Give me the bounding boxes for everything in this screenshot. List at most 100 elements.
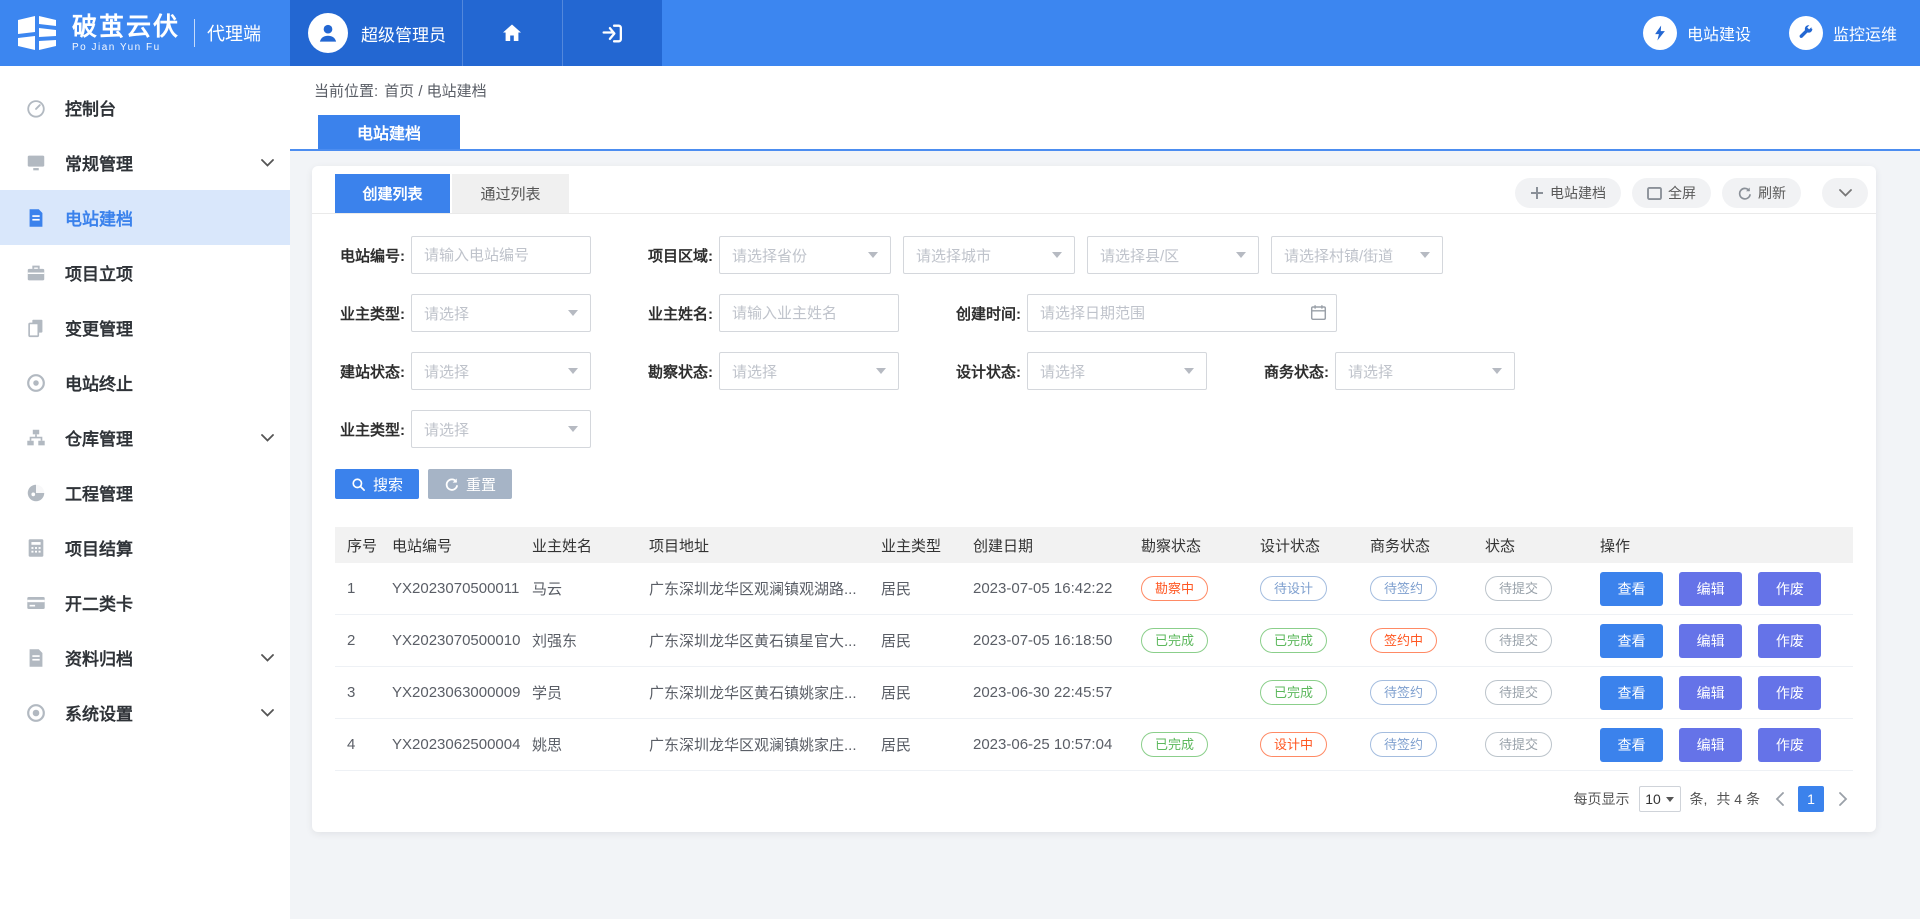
sidebar-item-dashboard[interactable]: 控制台 <box>0 80 290 135</box>
main-content: 当前位置: 首页 / 电站建档 电站建档 创建列表 通过列表 电站建档 <box>290 66 1920 919</box>
table-row: 4 YX2023062500004 姚思 广东深圳龙华区观澜镇姚家庄... 居民… <box>335 719 1853 771</box>
page-tab-station-archive[interactable]: 电站建档 <box>318 115 460 149</box>
table-row: 1 YX2023070500011 马云 广东深圳龙华区观澜镇观湖路... 居民… <box>335 563 1853 615</box>
search-button[interactable]: 搜索 <box>335 469 419 499</box>
status-badge: 勘察中 <box>1141 576 1208 601</box>
nav-station-build[interactable]: 电站建设 <box>1643 16 1751 50</box>
select-caret-icon <box>868 252 878 258</box>
invalidate-button[interactable]: 作废 <box>1758 572 1821 606</box>
add-station-button[interactable]: 电站建档 <box>1515 178 1621 208</box>
city-select[interactable]: 请选择城市 <box>903 236 1075 274</box>
select-caret-icon <box>1666 797 1674 802</box>
invalidate-button[interactable]: 作废 <box>1758 624 1821 658</box>
nav-monitor-ops[interactable]: 监控运维 <box>1789 16 1897 50</box>
field-owner-name: 业主姓名: <box>631 294 899 332</box>
sidebar-item-data-archive[interactable]: 资料归档 <box>0 630 290 685</box>
view-button[interactable]: 查看 <box>1600 676 1663 710</box>
sidebar-item-system-settings[interactable]: 系统设置 <box>0 685 290 740</box>
prev-page-button[interactable] <box>1769 786 1789 812</box>
file-icon <box>24 646 48 670</box>
sidebar-item-project-initiation[interactable]: 项目立项 <box>0 245 290 300</box>
sitemap-icon <box>24 426 48 450</box>
plus-icon <box>1530 186 1544 200</box>
invalidate-button[interactable]: 作废 <box>1758 676 1821 710</box>
sidebar-item-warehouse-mgmt[interactable]: 仓库管理 <box>0 410 290 465</box>
fullscreen-button[interactable]: 全屏 <box>1632 178 1711 208</box>
view-button[interactable]: 查看 <box>1600 624 1663 658</box>
gear-icon <box>24 701 48 725</box>
pie-chart-icon <box>24 481 48 505</box>
breadcrumb: 当前位置: 首页 / 电站建档 <box>290 66 1920 115</box>
sidebar-item-general-mgmt[interactable]: 常规管理 <box>0 135 290 190</box>
briefcase-icon <box>24 261 48 285</box>
view-button[interactable]: 查看 <box>1600 572 1663 606</box>
edit-button[interactable]: 编辑 <box>1679 676 1742 710</box>
filter-row-2: 业主类型: 请选择 业主姓名: 创建时间: <box>312 294 1876 332</box>
chevron-right-icon <box>1839 792 1848 806</box>
invalidate-button[interactable]: 作废 <box>1758 728 1821 762</box>
search-icon <box>351 477 366 492</box>
survey-status-select[interactable]: 请选择 <box>719 352 899 390</box>
stations-table: 序号 电站编号 业主姓名 项目地址 业主类型 创建日期 勘察状态 设计状态 商务… <box>335 527 1853 771</box>
edit-button[interactable]: 编辑 <box>1679 572 1742 606</box>
status-badge: 已完成 <box>1141 628 1208 653</box>
date-range-input[interactable] <box>1027 294 1337 332</box>
avatar[interactable] <box>308 13 348 53</box>
field-build-status: 建站状态: 请选择 <box>323 352 591 390</box>
sidebar-item-open-card[interactable]: 开二类卡 <box>0 575 290 630</box>
next-page-button[interactable] <box>1833 786 1853 812</box>
content-header: 当前位置: 首页 / 电站建档 电站建档 <box>290 66 1920 151</box>
edit-button[interactable]: 编辑 <box>1679 624 1742 658</box>
refresh-icon <box>1737 186 1752 201</box>
logout-button[interactable] <box>562 0 662 66</box>
current-page[interactable]: 1 <box>1798 786 1824 812</box>
select-caret-icon <box>568 310 578 316</box>
sidebar-item-project-settlement[interactable]: 项目结算 <box>0 520 290 575</box>
breadcrumb-prefix: 当前位置: <box>314 80 378 101</box>
table-header: 序号 电站编号 业主姓名 项目地址 业主类型 创建日期 勘察状态 设计状态 商务… <box>335 527 1853 563</box>
field-station-code: 电站编号: <box>323 236 591 274</box>
document-icon <box>24 206 48 230</box>
select-caret-icon <box>568 368 578 374</box>
tab-create-list[interactable]: 创建列表 <box>335 174 450 213</box>
tab-passed-list[interactable]: 通过列表 <box>452 174 569 213</box>
brand-block: 破茧云伏 Po Jian Yun Fu 代理端 <box>0 0 290 66</box>
county-select[interactable]: 请选择县/区 <box>1087 236 1259 274</box>
brand-name: 破茧云伏 <box>72 14 180 40</box>
home-button[interactable] <box>462 0 562 66</box>
filter-form: 电站编号: 项目区域: 请选择省份 请选择城市 请选择县/区 请选择村镇/街道 … <box>312 214 1876 448</box>
sidebar: 控制台 常规管理 电站建档 项目立项 变更管理 电站终止 <box>0 66 290 919</box>
edit-button[interactable]: 编辑 <box>1679 728 1742 762</box>
reset-icon <box>444 477 459 492</box>
chevron-down-icon <box>261 429 274 447</box>
header-nav: 电站建设 监控运维 <box>1643 0 1897 66</box>
field-region: 项目区域: 请选择省份 请选择城市 请选择县/区 请选择村镇/街道 <box>631 236 1443 274</box>
owner-type-2-select[interactable]: 请选择 <box>411 410 591 448</box>
reset-button[interactable]: 重置 <box>428 469 512 499</box>
owner-name-input[interactable] <box>719 294 899 332</box>
owner-type-select[interactable]: 请选择 <box>411 294 591 332</box>
app-header: 破茧云伏 Po Jian Yun Fu 代理端 超级管理员 <box>0 0 1920 66</box>
business-status-select[interactable]: 请选择 <box>1335 352 1515 390</box>
current-user[interactable]: 超级管理员 <box>361 21 446 46</box>
town-select[interactable]: 请选择村镇/街道 <box>1271 236 1443 274</box>
user-section: 超级管理员 <box>290 0 662 66</box>
sidebar-item-station-archive[interactable]: 电站建档 <box>0 190 290 245</box>
design-status-select[interactable]: 请选择 <box>1027 352 1207 390</box>
view-button[interactable]: 查看 <box>1600 728 1663 762</box>
per-page-unit: 条, <box>1690 789 1708 809</box>
sidebar-item-engineering-mgmt[interactable]: 工程管理 <box>0 465 290 520</box>
collapse-toolbar-button[interactable] <box>1822 178 1868 208</box>
sidebar-item-change-mgmt[interactable]: 变更管理 <box>0 300 290 355</box>
refresh-button[interactable]: 刷新 <box>1722 178 1801 208</box>
chevron-down-icon <box>1839 189 1852 197</box>
station-code-input[interactable] <box>411 236 591 274</box>
field-business-status: 商务状态: 请选择 <box>1247 352 1515 390</box>
sidebar-item-station-termination[interactable]: 电站终止 <box>0 355 290 410</box>
status-badge: 已完成 <box>1260 680 1327 705</box>
field-create-time: 创建时间: <box>939 294 1337 332</box>
build-status-select[interactable]: 请选择 <box>411 352 591 390</box>
per-page-select[interactable]: 10 <box>1639 786 1681 812</box>
status-badge: 待提交 <box>1485 680 1552 705</box>
province-select[interactable]: 请选择省份 <box>719 236 891 274</box>
